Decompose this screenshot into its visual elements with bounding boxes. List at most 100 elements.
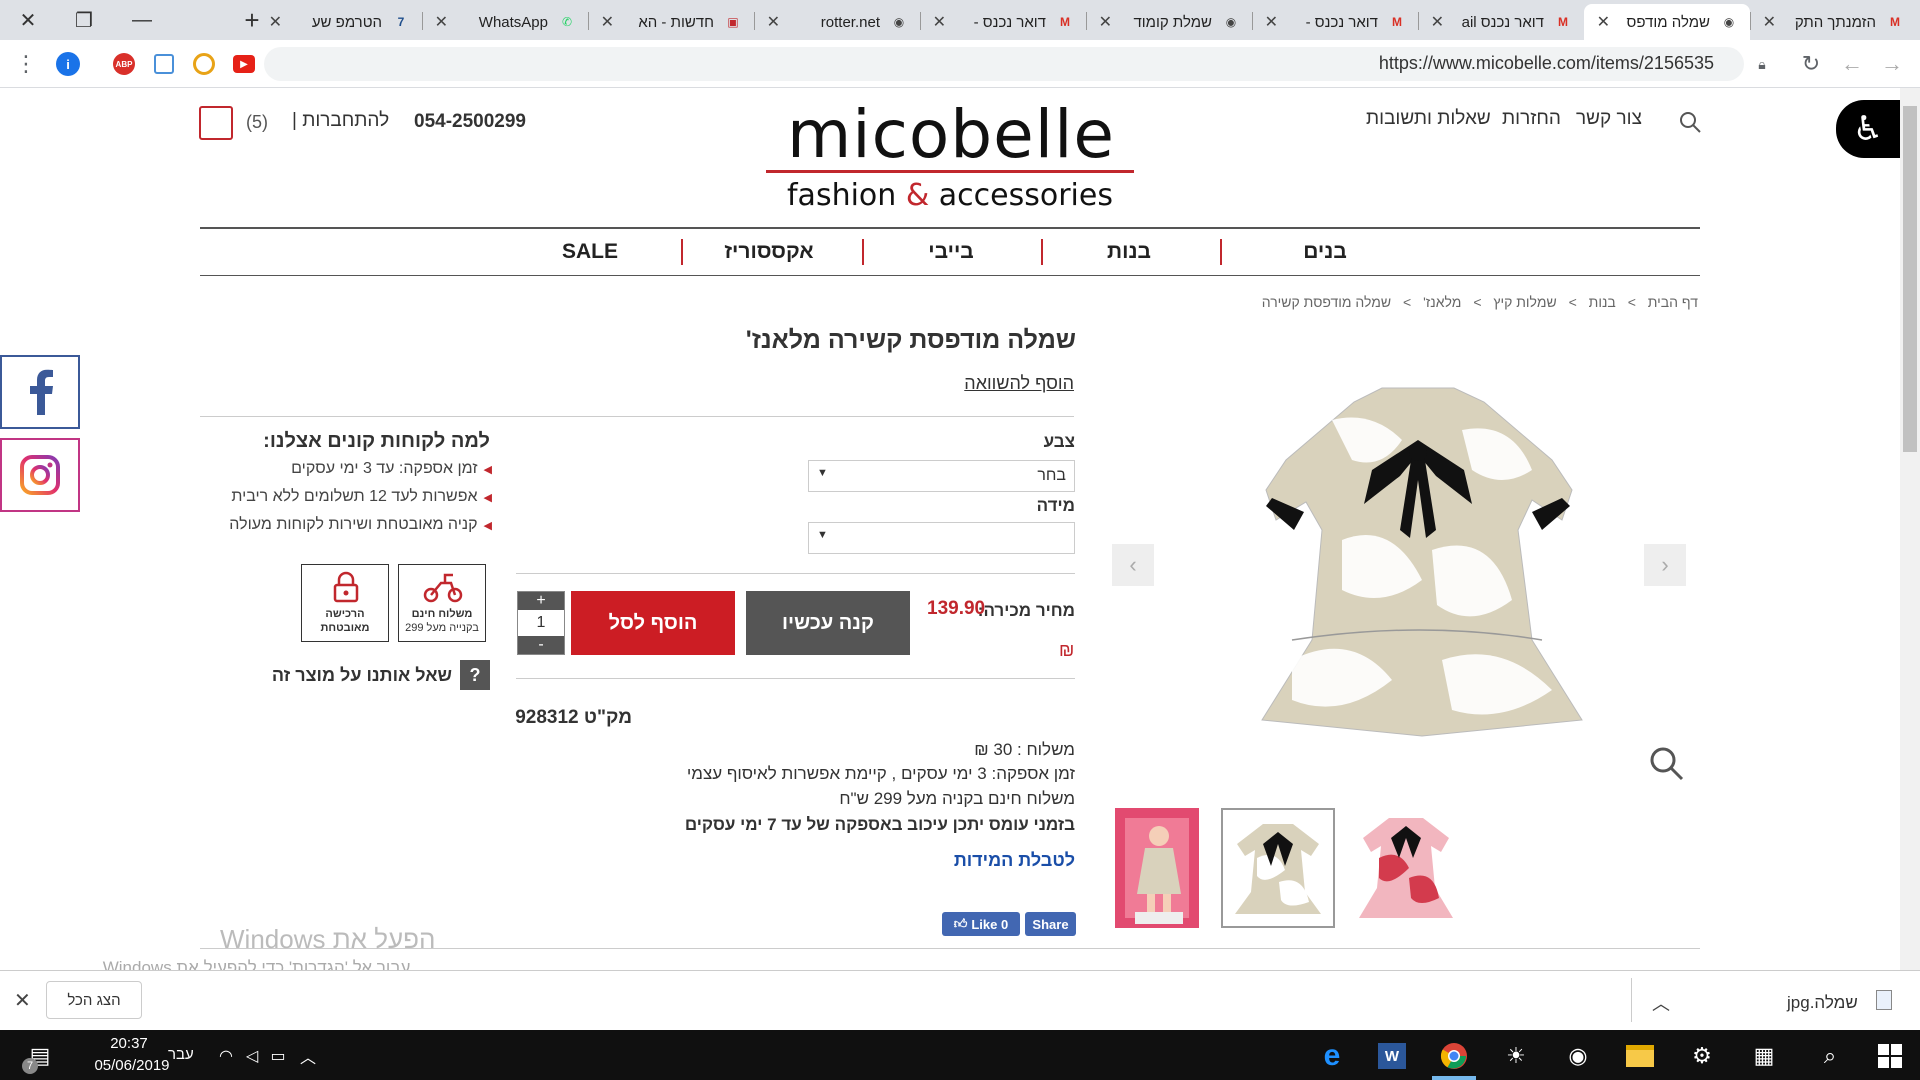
breadcrumb-summer-dresses[interactable]: שמלות קיץ [1493,294,1556,310]
tab-separator [1086,12,1087,30]
cart-icon[interactable] [199,106,233,140]
browser-tab[interactable]: M דואר נכנס - ✕ [920,4,1086,40]
search-icon[interactable]: ⌕ [1812,1038,1848,1074]
top-link-returns[interactable]: החזרות [1502,108,1561,130]
top-link-faq[interactable]: שאלות ותשובות [1366,108,1491,130]
chevron-up-icon[interactable]: ︿ [1652,990,1670,1016]
tab-close-icon[interactable]: ✕ [600,12,614,32]
tab-favicon-icon: ◉ [1225,15,1237,29]
product-image[interactable] [1232,380,1604,738]
browser-tab[interactable]: M הזמנתך התק ✕ [1750,4,1916,40]
breadcrumb-melange[interactable]: מלאנז' [1423,294,1461,310]
minimize-window-button[interactable]: — [114,0,170,40]
add-to-compare-link[interactable]: הוסף להשוואה [964,373,1074,394]
tab-close-icon[interactable]: ✕ [932,12,946,32]
extension-icon[interactable] [150,50,178,78]
file-explorer-icon[interactable] [1622,1038,1658,1074]
weather-icon[interactable]: ☀︎ [1498,1038,1534,1074]
adblock-extension-icon[interactable]: ABP [110,50,138,78]
browser-tab[interactable]: ▣ חדשות - הא ✕ [588,4,754,40]
tab-favicon-icon: M [1890,15,1900,29]
close-window-button[interactable]: ✕ [0,0,56,40]
word-icon[interactable]: W [1374,1038,1410,1074]
forward-icon[interactable]: ← [1838,50,1866,78]
browser-tab[interactable]: ◉ שמלה מודפס ✕ [1584,4,1750,40]
browser-tab[interactable]: 7 הטרמפ שע ✕ [256,4,422,40]
ask-about-product-link[interactable]: ? שאל אותנו על מוצר זה [272,660,490,690]
tab-favicon-icon: ✆ [561,15,573,29]
breadcrumb-girls[interactable]: בנות [1589,294,1616,310]
calendar-app-icon[interactable]: ▦ [1746,1038,1782,1074]
thumbnail-model-photo[interactable] [1115,808,1229,928]
qty-input[interactable]: 1 [518,610,564,636]
facebook-share-button[interactable]: Share [1025,912,1076,936]
tab-close-icon[interactable]: ✕ [1596,12,1610,32]
browser-tab[interactable]: ◉ rotter.net ✕ [754,4,920,40]
menu-dots-icon[interactable]: ⋮ [12,50,40,78]
why-item: ◀זמן אספקה: עד 3 ימי עסקים [291,460,492,477]
edge-icon[interactable]: e [1314,1038,1350,1074]
nav-item-accessories[interactable]: אקססוריז [684,240,854,264]
color-select[interactable]: בחר ▼ [808,460,1075,492]
instagram-icon[interactable] [0,438,80,512]
restore-window-button[interactable]: ❐ [56,0,112,40]
show-all-downloads-button[interactable]: הצג הכל [46,981,142,1019]
youtube-extension-icon[interactable]: ▶ [230,50,258,78]
reload-icon[interactable]: ↻ [1797,50,1825,78]
qty-minus-button[interactable]: - [518,636,564,654]
logo-wordmark[interactable]: micobelle [786,96,1116,173]
nav-item-baby[interactable]: בייבי [866,240,1036,264]
scrollbar-thumb[interactable] [1903,106,1917,452]
tab-close-icon[interactable]: ✕ [1762,12,1776,32]
close-icon[interactable]: ✕ [14,988,31,1013]
shipping-line: זמן אספקה: 3 ימי עסקים , קיימת אפשרות לא… [686,764,1075,783]
nav-item-girls[interactable]: בנות [1044,240,1214,264]
price-currency: ₪ [1059,640,1075,660]
browser-tab[interactable]: M דואר נכנס - ✕ [1252,4,1418,40]
bullet-icon: ◀ [483,492,492,504]
login-link[interactable]: להתחברות | [292,110,389,132]
chrome-icon[interactable] [1436,1038,1472,1074]
tab-title: שמלה מודפס [1626,13,1710,31]
nav-item-boys[interactable]: בנים [1240,240,1410,264]
cart-count[interactable]: (5) [246,112,268,133]
gallery-prev-button[interactable]: ‹ [1112,544,1154,586]
thumbnail-red-dress[interactable] [1349,808,1463,928]
browser-tab[interactable]: M דואר נכנס ail ✕ [1418,4,1584,40]
tab-close-icon[interactable]: ✕ [268,12,282,32]
url-text[interactable]: https://www.micobelle.com/items/2156535 [1379,53,1714,74]
facebook-icon[interactable] [0,355,80,429]
thumbnail-beige-dress[interactable] [1221,808,1335,928]
facebook-like-button[interactable]: 👍︎ Like 0 [942,912,1020,936]
zoom-icon[interactable] [1648,745,1686,788]
top-link-contact[interactable]: צור קשר [1576,108,1642,130]
accessibility-icon[interactable]: ♿︎ [1836,100,1900,158]
tab-close-icon[interactable]: ✕ [1264,12,1278,32]
tab-close-icon[interactable]: ✕ [766,12,780,32]
gallery-next-button[interactable]: › [1644,544,1686,586]
tab-close-icon[interactable]: ✕ [1098,12,1112,32]
back-icon[interactable]: → [1878,50,1906,78]
browser-tab[interactable]: ✆ WhatsApp ✕ [422,4,588,40]
buy-now-button[interactable]: קנה עכשיו [746,591,910,655]
clock-time[interactable]: 20:37 [94,1035,164,1052]
browser-tab[interactable]: ◉ שמלת קומוד ✕ [1086,4,1252,40]
nav-item-sale[interactable]: SALE [505,240,675,264]
add-to-cart-button[interactable]: הוסף לסל [571,591,735,655]
settings-app-icon[interactable]: ⚙︎ [1684,1038,1720,1074]
tab-close-icon[interactable]: ✕ [1430,12,1444,32]
extension-icon-my[interactable] [190,50,218,78]
windows-start-icon[interactable] [1872,1038,1908,1074]
lock-icon[interactable]: 🔒︎ [1748,50,1776,78]
search-icon[interactable] [1678,110,1702,139]
chevron-up-icon[interactable]: ︿ [290,1038,326,1074]
download-filename[interactable]: שמלה.jpg [1787,993,1858,1013]
size-chart-link[interactable]: לטבלת המידות [954,850,1075,871]
tab-close-icon[interactable]: ✕ [434,12,448,32]
input-language[interactable]: עבר [168,1046,194,1063]
app-icon[interactable]: ◉ [1560,1038,1596,1074]
profile-avatar[interactable]: i [54,50,82,78]
size-select[interactable]: ▼ [808,522,1075,554]
qty-plus-button[interactable]: + [518,592,564,610]
breadcrumb-home[interactable]: דף הבית [1648,294,1698,310]
